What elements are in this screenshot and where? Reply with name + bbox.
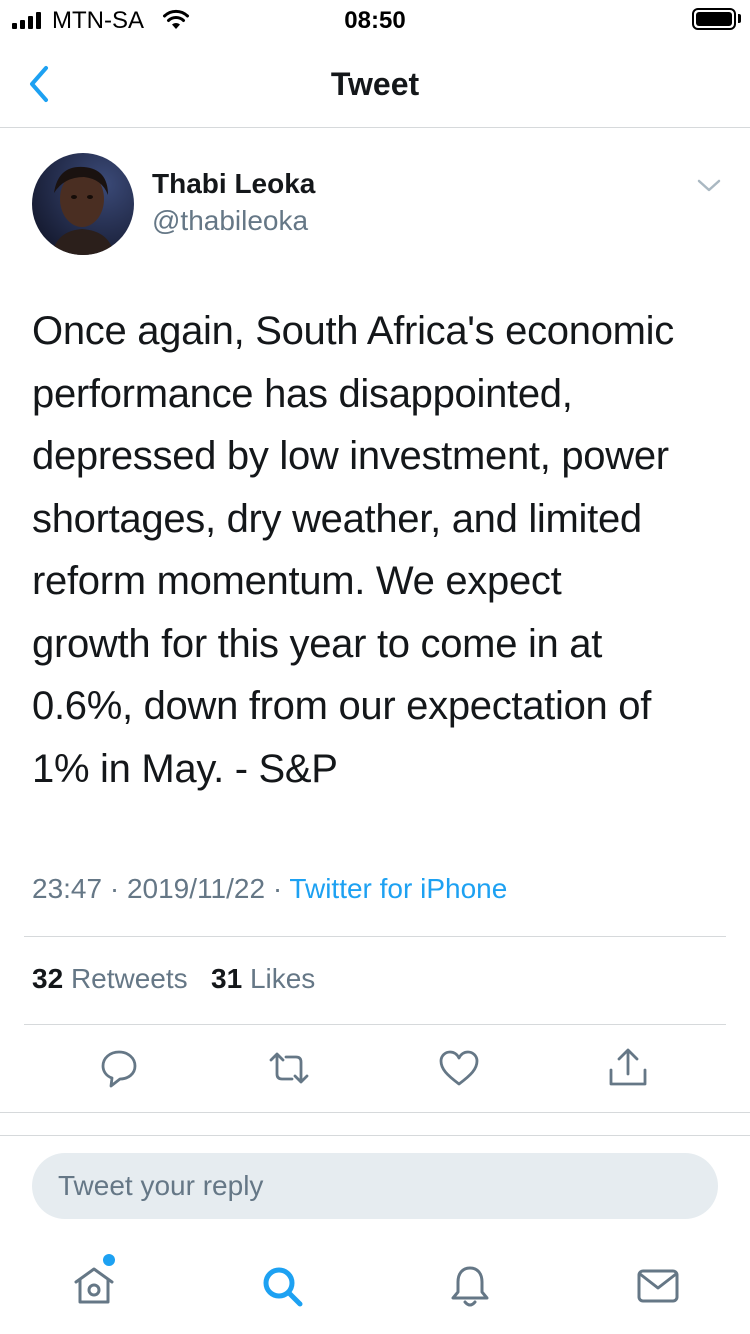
divider xyxy=(0,1112,750,1113)
share-icon[interactable] xyxy=(606,1046,650,1090)
tweet-text-line: growth for this year to come in at xyxy=(32,621,603,666)
battery-tip xyxy=(738,14,741,23)
retweet-icon[interactable] xyxy=(267,1046,311,1090)
status-bar: MTN-SA 08:50 xyxy=(0,0,750,40)
messages-icon[interactable] xyxy=(634,1262,682,1310)
tweet-text-line: 1% in May. - S&P xyxy=(32,746,338,791)
tweet-time: 23:47 xyxy=(32,873,103,904)
reply-icon[interactable] xyxy=(97,1046,141,1090)
tweet-stats: 32 Retweets 31 Likes xyxy=(32,963,315,995)
retweets-stat[interactable]: 32 Retweets xyxy=(32,963,188,994)
tweet-meta: 23:47 · 2019/11/22 · Twitter for iPhone xyxy=(32,873,507,905)
meta-separator: · xyxy=(272,873,283,904)
tweet-source-link[interactable]: Twitter for iPhone xyxy=(289,873,507,904)
chevron-down-icon[interactable] xyxy=(696,176,722,196)
retweets-count: 32 xyxy=(32,963,64,994)
status-time: 08:50 xyxy=(344,7,406,34)
tweet-text-line: 0.6%, down from our expectation of xyxy=(32,684,652,728)
notification-dot xyxy=(103,1254,115,1266)
likes-count: 31 xyxy=(211,963,243,994)
author-name[interactable]: Thabi Leoka xyxy=(152,168,315,200)
page-title: Tweet xyxy=(330,66,420,102)
home-icon[interactable] xyxy=(70,1262,118,1310)
likes-label: Likes xyxy=(249,963,316,994)
tweet-text-line: performance has disappointed, xyxy=(32,371,573,416)
avatar[interactable] xyxy=(32,153,134,255)
divider xyxy=(24,936,726,937)
tweet-date: 2019/11/22 xyxy=(126,873,266,904)
search-icon[interactable] xyxy=(258,1262,306,1310)
battery-icon xyxy=(692,8,736,30)
divider xyxy=(0,1135,750,1136)
nav-bar: Tweet xyxy=(0,40,750,128)
reply-placeholder: Tweet your reply xyxy=(58,1170,264,1201)
tweet-text: Once again, South Africa's economic perf… xyxy=(32,300,732,800)
like-icon[interactable] xyxy=(437,1046,481,1090)
tweet-text-line: reform momentum. We expect xyxy=(32,559,562,603)
reply-input[interactable]: Tweet your reply xyxy=(32,1153,718,1219)
author-handle[interactable]: @thabileoka xyxy=(152,205,308,237)
divider xyxy=(24,1024,726,1025)
tweet-text-line: Once again, South Africa's economic xyxy=(32,309,674,353)
retweets-label: Retweets xyxy=(70,963,188,994)
notifications-icon[interactable] xyxy=(446,1262,494,1310)
meta-separator: · xyxy=(109,873,120,904)
tweet-text-line: depressed by low investment, power xyxy=(32,434,669,478)
tweet-text-line: shortages, dry weather, and limited xyxy=(32,496,642,541)
likes-stat[interactable]: 31 Likes xyxy=(211,963,315,994)
